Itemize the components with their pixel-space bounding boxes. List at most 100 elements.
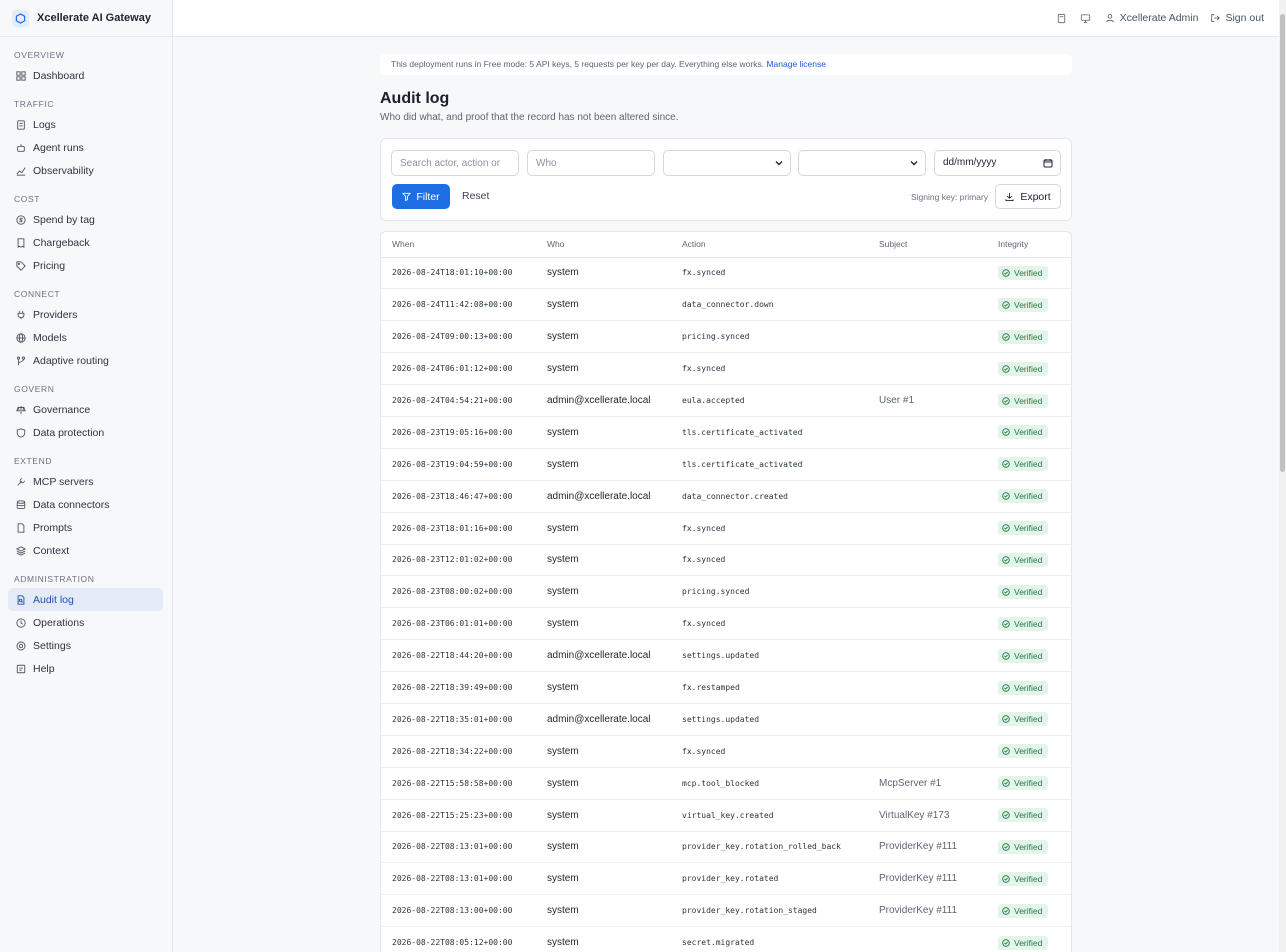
verified-badge: Verified xyxy=(998,393,1049,408)
date-input[interactable]: dd/mm/yyyy xyxy=(934,150,1061,176)
nav-heading: ADMINISTRATION xyxy=(14,574,95,584)
check-circle-icon xyxy=(1002,843,1010,851)
sidebar-item-pricing[interactable]: Pricing xyxy=(8,254,163,277)
nav-section-overview: OVERVIEW Dashboard xyxy=(0,48,172,87)
table-row[interactable]: 2026-08-23T18:46:47+00:00 admin@xcellerat… xyxy=(381,480,1071,513)
cell-subject xyxy=(868,320,987,354)
action-select[interactable] xyxy=(663,150,791,176)
chart-icon xyxy=(15,165,27,177)
main-content: This deployment runs in Free mode: 5 API… xyxy=(380,54,1072,952)
sidebar-item-observability[interactable]: Observability xyxy=(8,159,163,182)
sidebar-item-mcp-servers[interactable]: MCP servers xyxy=(8,470,163,493)
badge-label: Verified xyxy=(1014,905,1043,916)
brand[interactable]: Xcellerate AI Gateway xyxy=(0,0,172,37)
table-row[interactable]: 2026-08-23T06:01:01+00:00 system fx.synced… xyxy=(381,607,1071,641)
table-row[interactable]: 2026-08-24T18:01:10+00:00 system fx.synced… xyxy=(381,257,1071,290)
table-row[interactable]: 2026-08-22T08:05:12+00:00 system secret.mi… xyxy=(381,926,1071,952)
table-row[interactable]: 2026-08-23T19:05:16+00:00 system tls.certi… xyxy=(381,416,1071,449)
cell-action: fx.synced xyxy=(671,512,868,545)
cell-action: provider_key.rotation_rolled_back xyxy=(671,831,868,864)
cell-who: system xyxy=(536,512,671,545)
col-when: When xyxy=(381,232,536,258)
sidebar-item-adaptive-routing[interactable]: Adaptive routing xyxy=(8,349,163,372)
table-row[interactable]: 2026-08-24T11:42:08+00:00 system data_conn… xyxy=(381,288,1071,322)
page-scrollbar[interactable] xyxy=(1279,0,1286,952)
monitor-icon[interactable] xyxy=(1079,11,1093,25)
user-name: Xcellerate Admin xyxy=(1119,12,1199,24)
table-row[interactable]: 2026-08-22T18:34:22+00:00 system fx.synced… xyxy=(381,735,1071,768)
cell-action: data_connector.created xyxy=(671,480,868,513)
table-row[interactable]: 2026-08-23T12:01:02+00:00 system fx.synced… xyxy=(381,544,1071,577)
table-row[interactable]: 2026-08-22T18:39:49+00:00 system fx.restam… xyxy=(381,671,1071,704)
table-row[interactable]: 2026-08-22T08:13:01+00:00 system provider_… xyxy=(381,831,1071,864)
sidebar-item-operations[interactable]: Operations xyxy=(8,611,163,634)
nav-heading: OVERVIEW xyxy=(14,50,65,60)
cell-who: system xyxy=(536,671,671,704)
verified-badge: Verified xyxy=(998,329,1049,344)
manage-license-link[interactable]: Manage license xyxy=(766,59,826,69)
check-circle-icon xyxy=(1002,492,1010,500)
cell-integrity: Verified xyxy=(987,894,1071,928)
scrollbar-thumb[interactable] xyxy=(1280,14,1285,472)
sidebar-item-data-protection[interactable]: Data protection xyxy=(8,421,163,444)
sidebar-item-spend-by-tag[interactable]: Spend by tag xyxy=(8,208,163,231)
calendar-icon[interactable] xyxy=(1043,158,1053,168)
table-row[interactable]: 2026-08-22T18:44:20+00:00 admin@xcellerat… xyxy=(381,639,1071,673)
sidebar-item-settings[interactable]: Settings xyxy=(8,634,163,657)
sidebar-item-label: Dashboard xyxy=(33,69,85,82)
sidebar-item-context[interactable]: Context xyxy=(8,539,163,562)
cell-action: settings.updated xyxy=(671,639,868,673)
cell-integrity: Verified xyxy=(987,735,1071,768)
sidebar-item-label: Observability xyxy=(33,164,94,177)
table-row[interactable]: 2026-08-22T18:35:01+00:00 admin@xcellerat… xyxy=(381,703,1071,736)
sidebar-item-help[interactable]: Help xyxy=(8,657,163,680)
sidebar-item-prompts[interactable]: Prompts xyxy=(8,516,163,539)
sidebar-item-data-connectors[interactable]: Data connectors xyxy=(8,493,163,516)
cell-when: 2026-08-23T18:46:47+00:00 xyxy=(381,480,536,513)
cell-when: 2026-08-22T15:25:23+00:00 xyxy=(381,799,536,832)
search-input[interactable] xyxy=(391,150,519,176)
reset-button[interactable]: Reset xyxy=(462,190,489,202)
sidebar-item-agent-runs[interactable]: Agent runs xyxy=(8,136,163,159)
nav-heading: EXTEND xyxy=(14,456,53,466)
export-button[interactable]: Export xyxy=(995,184,1061,209)
table-row[interactable]: 2026-08-22T15:58:58+00:00 system mcp.tool_… xyxy=(381,767,1071,800)
sidebar-item-audit-log[interactable]: Audit log xyxy=(8,588,163,611)
cell-when: 2026-08-24T18:01:10+00:00 xyxy=(381,257,536,290)
cell-who: system xyxy=(536,288,671,322)
book-icon[interactable] xyxy=(1055,11,1069,25)
sidebar-item-chargeback[interactable]: Chargeback xyxy=(8,231,163,254)
sidebar-item-logs[interactable]: Logs xyxy=(8,113,163,136)
verified-badge: Verified xyxy=(998,744,1049,759)
subject-select[interactable] xyxy=(798,150,926,176)
sidebar-item-governance[interactable]: Governance xyxy=(8,398,163,421)
sidebar-item-models[interactable]: Models xyxy=(8,326,163,349)
filter-button[interactable]: Filter xyxy=(392,184,450,209)
cell-subject xyxy=(868,416,987,449)
table-row[interactable]: 2026-08-22T08:13:00+00:00 system provider_… xyxy=(381,894,1071,928)
sidebar-item-providers[interactable]: Providers xyxy=(8,303,163,326)
table-row[interactable]: 2026-08-24T04:54:21+00:00 admin@xcellerat… xyxy=(381,384,1071,417)
cell-subject xyxy=(868,735,987,768)
sidebar-item-dashboard[interactable]: Dashboard xyxy=(8,64,163,87)
nav-heading: COST xyxy=(14,194,41,204)
check-circle-icon xyxy=(1002,715,1010,724)
table-row[interactable]: 2026-08-24T09:00:13+00:00 system pricing.s… xyxy=(381,320,1071,354)
table-row[interactable]: 2026-08-22T15:25:23+00:00 system virtual_k… xyxy=(381,799,1071,832)
sidebar-item-label: Prompts xyxy=(33,521,73,534)
table-row[interactable]: 2026-08-23T08:00:02+00:00 system pricing.s… xyxy=(381,575,1071,609)
badge-label: Verified xyxy=(1014,523,1043,534)
table-row[interactable]: 2026-08-24T06:01:12+00:00 system fx.synced… xyxy=(381,352,1071,386)
table-row[interactable]: 2026-08-22T08:13:01+00:00 system provider_… xyxy=(381,862,1071,896)
cell-when: 2026-08-23T12:01:02+00:00 xyxy=(381,544,536,577)
user-menu[interactable]: Xcellerate Admin xyxy=(1105,12,1199,24)
chevron-down-icon xyxy=(775,161,783,166)
table-row[interactable]: 2026-08-23T19:04:59+00:00 system tls.certi… xyxy=(381,448,1071,481)
sign-out-link[interactable]: Sign out xyxy=(1210,12,1264,24)
who-input[interactable] xyxy=(527,150,655,176)
cell-action: virtual_key.created xyxy=(671,799,868,832)
check-circle-icon xyxy=(1002,396,1010,405)
filter-panel: dd/mm/yyyy Filter Reset Signing key: pri… xyxy=(380,138,1072,221)
cell-who: admin@xcellerate.local xyxy=(536,384,671,417)
table-row[interactable]: 2026-08-23T18:01:16+00:00 system fx.synced… xyxy=(381,512,1071,545)
